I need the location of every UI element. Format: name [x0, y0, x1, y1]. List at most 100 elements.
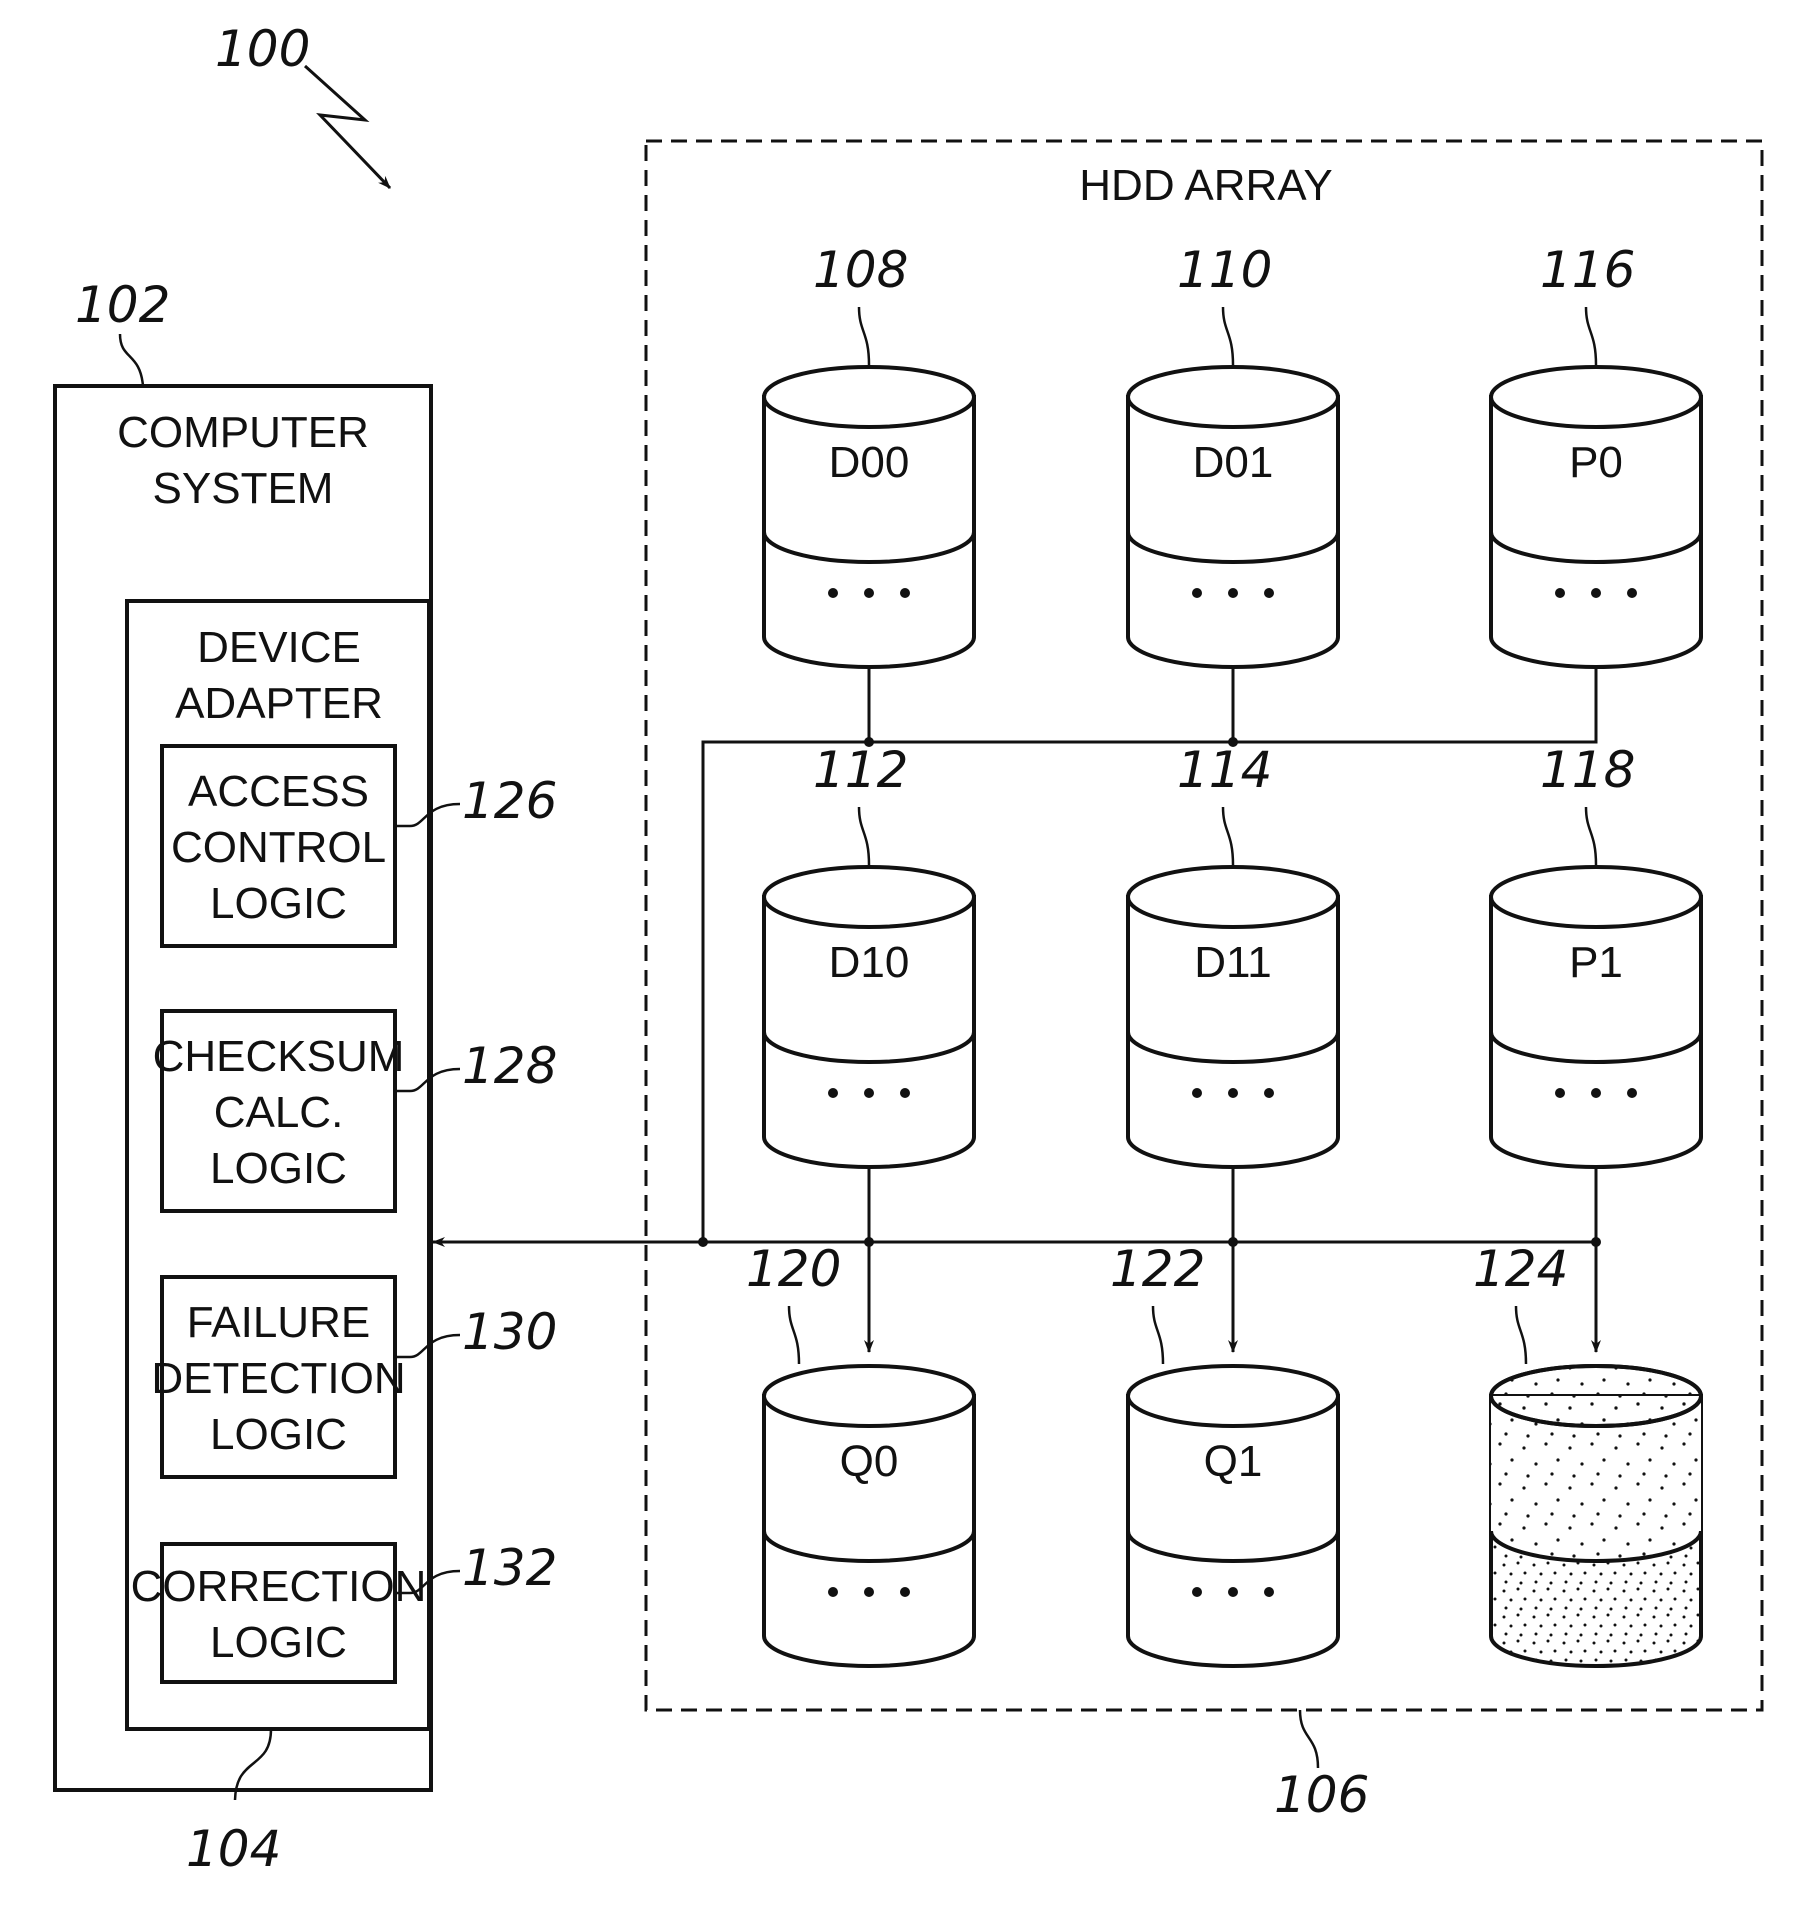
hdd-array-title: HDD ARRAY — [1079, 161, 1332, 210]
disk-leader — [787, 1305, 801, 1365]
disk-124: 124 — [1473, 1240, 1703, 1668]
disk-ref: 124 — [1473, 1240, 1568, 1298]
module-label-line: LOGIC — [210, 1618, 347, 1667]
disk-leader — [1584, 306, 1598, 366]
device-adapter-ref: 104 — [186, 1820, 281, 1878]
ellipsis-dot-icon — [1192, 1088, 1202, 1098]
disk-108: D00 108 — [762, 241, 976, 669]
disk-ref: 114 — [1177, 741, 1272, 799]
disk-116: P0 116 — [1489, 241, 1703, 669]
ellipsis-dot-icon — [828, 1587, 838, 1597]
buses — [432, 631, 1601, 1353]
figure-reference: 100 — [215, 20, 392, 190]
disk-118: P1 118 — [1489, 741, 1703, 1169]
device-adapter-label-line-2: ADAPTER — [175, 679, 383, 728]
disk-ref: 122 — [1110, 1240, 1205, 1298]
disk-122: Q1 122 — [1110, 1240, 1340, 1668]
ellipsis-dot-icon — [1228, 588, 1238, 598]
module-label-line: FAILURE — [187, 1298, 370, 1347]
ellipsis-dot-icon — [864, 1587, 874, 1597]
figure-arrow-icon — [303, 64, 392, 190]
disk-ref: 108 — [813, 241, 908, 299]
ellipsis-dot-icon — [1627, 1088, 1637, 1098]
disk-top — [762, 865, 976, 929]
computer-system-label-line-1: COMPUTER — [117, 408, 369, 457]
disk-top — [1126, 1364, 1340, 1428]
disk-110: D01 110 — [1126, 241, 1340, 669]
module-128: CHECKSUM CALC. LOGIC 128 — [153, 1009, 557, 1213]
ellipsis-dot-icon — [1264, 588, 1274, 598]
disk-label: D00 — [829, 438, 910, 487]
disk-leader — [857, 806, 871, 866]
module-132: CORRECTION LOGIC 132 — [131, 1539, 557, 1684]
disk-leader — [1514, 1305, 1528, 1365]
hdd-array-leader — [1298, 1709, 1320, 1769]
module-label-line: LOGIC — [210, 1144, 347, 1193]
ellipsis-dot-icon — [1627, 588, 1637, 598]
disk-114: D11 114 — [1126, 741, 1340, 1169]
ellipsis-dot-icon — [1591, 588, 1601, 598]
disk-top — [1126, 365, 1340, 429]
computer-system-leader — [118, 333, 145, 387]
ellipsis-dot-icon — [1192, 588, 1202, 598]
disk-grid: D00108D01110P0116D10112D11114P1118Q0120Q… — [746, 241, 1703, 1668]
module-label-line: CONTROL — [171, 823, 386, 872]
module-label-line: CHECKSUM — [153, 1032, 405, 1081]
disk-label: P1 — [1569, 938, 1623, 987]
module-126: ACCESS CONTROL LOGIC 126 — [160, 744, 557, 948]
computer-system-label-line-2: SYSTEM — [153, 464, 334, 513]
disk-leader — [1221, 306, 1235, 366]
module-ref: 130 — [462, 1303, 557, 1361]
bus-junction — [698, 1237, 708, 1247]
ellipsis-dot-icon — [828, 1088, 838, 1098]
module-label-line: LOGIC — [210, 879, 347, 928]
disk-label: Q0 — [840, 1437, 899, 1486]
module-label-line: CORRECTION — [131, 1562, 427, 1611]
raid-diagram: 100 COMPUTER SYSTEM 102 DEVICE ADAPTER 1… — [53, 20, 1764, 1878]
disk-112: D10 112 — [762, 741, 976, 1169]
disk-ref: 120 — [746, 1240, 841, 1298]
disk-label: D01 — [1193, 438, 1274, 487]
ellipsis-dot-icon — [1555, 588, 1565, 598]
disk-top — [762, 1364, 976, 1428]
ellipsis-dot-icon — [1264, 1088, 1274, 1098]
disk-top — [762, 365, 976, 429]
disk-ref: 110 — [1177, 241, 1272, 299]
module-label-line: CALC. — [214, 1088, 344, 1137]
module-label-line: ACCESS — [188, 767, 369, 816]
module-ref: 126 — [462, 772, 557, 830]
disk-label: D11 — [1194, 938, 1271, 987]
disk-leader — [1584, 806, 1598, 866]
ellipsis-dot-icon — [1228, 1088, 1238, 1098]
ellipsis-dot-icon — [900, 1088, 910, 1098]
module-130: FAILURE DETECTION LOGIC 130 — [151, 1275, 557, 1479]
ellipsis-dot-icon — [1192, 1587, 1202, 1597]
disk-ref: 118 — [1540, 741, 1635, 799]
figure-ref-label: 100 — [215, 20, 310, 78]
ellipsis-dot-icon — [1591, 1088, 1601, 1098]
disk-label: Q1 — [1204, 1437, 1263, 1486]
disk-leader — [1151, 1305, 1165, 1365]
disk-ref: 116 — [1540, 241, 1635, 299]
ellipsis-dot-icon — [900, 588, 910, 598]
ellipsis-dot-icon — [900, 1587, 910, 1597]
hdd-array-ref: 106 — [1274, 1766, 1369, 1824]
disk-top — [1489, 365, 1703, 429]
module-label-line: DETECTION — [151, 1354, 405, 1403]
disk-120: Q0 120 — [746, 1240, 976, 1668]
ellipsis-dot-icon — [1264, 1587, 1274, 1597]
adapter-modules: ACCESS CONTROL LOGIC 126 CHECKSUM CALC. LOGIC 1… — [131, 744, 557, 1684]
disk-label: P0 — [1569, 438, 1623, 487]
ellipsis-dot-icon — [864, 1088, 874, 1098]
ellipsis-dot-icon — [828, 588, 838, 598]
device-adapter-label-line-1: DEVICE — [197, 623, 361, 672]
module-ref: 128 — [462, 1037, 557, 1095]
module-label-line: LOGIC — [210, 1410, 347, 1459]
disk-leader — [1221, 806, 1235, 866]
ellipsis-dot-icon — [1555, 1088, 1565, 1098]
disk-top — [1126, 865, 1340, 929]
module-ref: 132 — [462, 1539, 557, 1597]
disk-ref: 112 — [813, 741, 908, 799]
disk-leader — [857, 306, 871, 366]
disk-label: D10 — [829, 938, 910, 987]
